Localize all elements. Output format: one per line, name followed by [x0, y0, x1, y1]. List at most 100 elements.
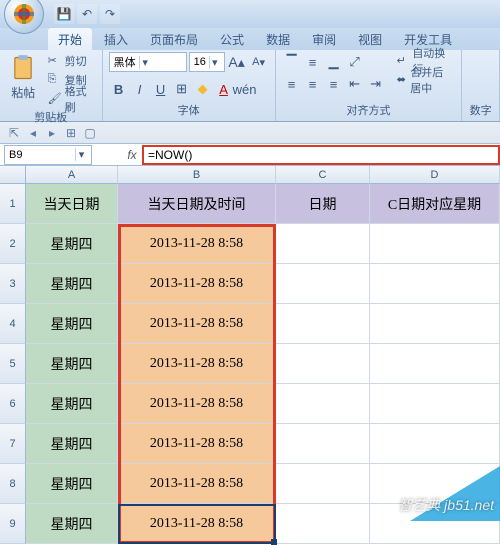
formula-input[interactable]: =NOW() [142, 145, 500, 165]
cell[interactable]: 2013-11-28 8:58 [118, 304, 276, 344]
sheets-icon[interactable]: ⊞ [63, 125, 79, 141]
group-font: 黑体▾ 16▾ A▴ A▾ B I U ⊞ ◆ A wén 字体 [103, 50, 276, 121]
cell[interactable]: 星期四 [26, 424, 118, 464]
brush-icon: 🖌 [48, 92, 62, 106]
pane-icon[interactable]: ▢ [82, 125, 98, 141]
indent-inc-button[interactable]: ⇥ [366, 74, 386, 94]
col-header-B[interactable]: B [118, 166, 276, 184]
cell[interactable]: 星期四 [26, 504, 118, 544]
cell[interactable]: 2013-11-28 8:58 [118, 424, 276, 464]
cell[interactable] [276, 344, 370, 384]
row-header[interactable]: 7 [0, 424, 26, 464]
cell[interactable]: 2013-11-28 8:58 [118, 344, 276, 384]
cell[interactable]: 2013-11-28 8:58 [118, 464, 276, 504]
cell[interactable]: 星期四 [26, 344, 118, 384]
cell[interactable]: 星期四 [26, 464, 118, 504]
tab-view[interactable]: 视图 [348, 28, 392, 50]
col-header-C[interactable]: C [276, 166, 370, 184]
chevron-down-icon: ▾ [75, 148, 87, 161]
cell[interactable]: C日期对应星期 [370, 184, 500, 224]
cell[interactable] [370, 384, 500, 424]
font-color-button[interactable]: A [214, 79, 234, 99]
cell[interactable] [276, 464, 370, 504]
prev-icon[interactable]: ◂ [25, 125, 41, 141]
cell[interactable]: 2013-11-28 8:58 [118, 504, 276, 544]
tab-formulas[interactable]: 公式 [210, 28, 254, 50]
cell[interactable] [370, 304, 500, 344]
fx-icon[interactable]: fx [122, 148, 142, 162]
next-icon[interactable]: ▸ [44, 125, 60, 141]
tab-review[interactable]: 审阅 [302, 28, 346, 50]
paste-button[interactable]: 粘帖 [6, 52, 41, 101]
cell[interactable]: 星期四 [26, 384, 118, 424]
cell[interactable] [276, 224, 370, 264]
orientation-button[interactable]: ⤢ [345, 52, 365, 72]
col-header-A[interactable]: A [26, 166, 118, 184]
shrink-font-button[interactable]: A▾ [249, 52, 269, 72]
italic-button[interactable]: I [130, 79, 150, 99]
cell[interactable] [276, 384, 370, 424]
tab-home[interactable]: 开始 [48, 28, 92, 50]
align-center-button[interactable]: ≡ [303, 74, 323, 94]
cell[interactable]: 当天日期 [26, 184, 118, 224]
tab-insert[interactable]: 插入 [94, 28, 138, 50]
scissors-icon: ✂ [48, 54, 62, 68]
row-header[interactable]: 5 [0, 344, 26, 384]
merge-center-button[interactable]: ⬌合并后居中 [394, 71, 456, 89]
align-bottom-button[interactable]: ▁ [324, 52, 344, 72]
format-painter-button[interactable]: 🖌格式刷 [45, 90, 96, 108]
fill-color-button[interactable]: ◆ [193, 79, 213, 99]
group-alignment: ▔ ≡ ▁ ⤢ ≡ ≡ ≡ ⇤ ⇥ ↵自动换行 ⬌合并后居中 [276, 50, 463, 121]
align-middle-button[interactable]: ≡ [303, 52, 323, 72]
align-top-button[interactable]: ▔ [282, 52, 302, 72]
cell[interactable]: 星期四 [26, 304, 118, 344]
select-all-corner[interactable] [0, 166, 26, 184]
font-name-combo[interactable]: 黑体▾ [109, 52, 187, 72]
col-header-D[interactable]: D [370, 166, 500, 184]
undo-icon[interactable]: ↶ [77, 4, 97, 24]
font-size-combo[interactable]: 16▾ [189, 52, 225, 72]
cell[interactable]: 日期 [276, 184, 370, 224]
cell[interactable] [370, 224, 500, 264]
bold-button[interactable]: B [109, 79, 129, 99]
tab-layout[interactable]: 页面布局 [140, 28, 208, 50]
cell[interactable]: 星期四 [26, 224, 118, 264]
formula-bar: B9▾ fx =NOW() [0, 144, 500, 166]
cell[interactable] [276, 424, 370, 464]
cell[interactable]: 星期四 [26, 264, 118, 304]
border-button[interactable]: ⊞ [172, 79, 192, 99]
group-label: 剪贴板 [6, 108, 96, 126]
cell[interactable] [276, 504, 370, 544]
cell[interactable] [370, 424, 500, 464]
row-header[interactable]: 6 [0, 384, 26, 424]
cell[interactable] [276, 304, 370, 344]
cell[interactable]: 2013-11-28 8:58 [118, 224, 276, 264]
indent-dec-button[interactable]: ⇤ [345, 74, 365, 94]
row-header[interactable]: 9 [0, 504, 26, 544]
row-header[interactable]: 3 [0, 264, 26, 304]
name-box[interactable]: B9▾ [4, 145, 92, 165]
row-header[interactable]: 2 [0, 224, 26, 264]
align-left-button[interactable]: ≡ [282, 74, 302, 94]
group-clipboard: 粘帖 ✂剪切 ⎘复制 🖌格式刷 剪贴板 [0, 50, 103, 121]
office-button[interactable] [4, 0, 44, 34]
cell[interactable] [276, 264, 370, 304]
phonetic-button[interactable]: wén [235, 79, 255, 99]
save-icon[interactable]: 💾 [54, 4, 74, 24]
tab-data[interactable]: 数据 [256, 28, 300, 50]
cell[interactable] [370, 264, 500, 304]
cell[interactable]: 当天日期及时间 [118, 184, 276, 224]
align-right-button[interactable]: ≡ [324, 74, 344, 94]
cell[interactable] [370, 344, 500, 384]
redo-icon[interactable]: ↷ [100, 4, 120, 24]
grow-font-button[interactable]: A▴ [227, 52, 247, 72]
row-header[interactable]: 1 [0, 184, 26, 224]
cell[interactable]: 2013-11-28 8:58 [118, 264, 276, 304]
cell[interactable]: 2013-11-28 8:58 [118, 384, 276, 424]
row-header[interactable]: 8 [0, 464, 26, 504]
underline-button[interactable]: U [151, 79, 171, 99]
first-icon[interactable]: ⇱ [6, 125, 22, 141]
cut-button[interactable]: ✂剪切 [45, 52, 96, 70]
title-bar: 💾 ↶ ↷ [0, 0, 500, 28]
row-header[interactable]: 4 [0, 304, 26, 344]
